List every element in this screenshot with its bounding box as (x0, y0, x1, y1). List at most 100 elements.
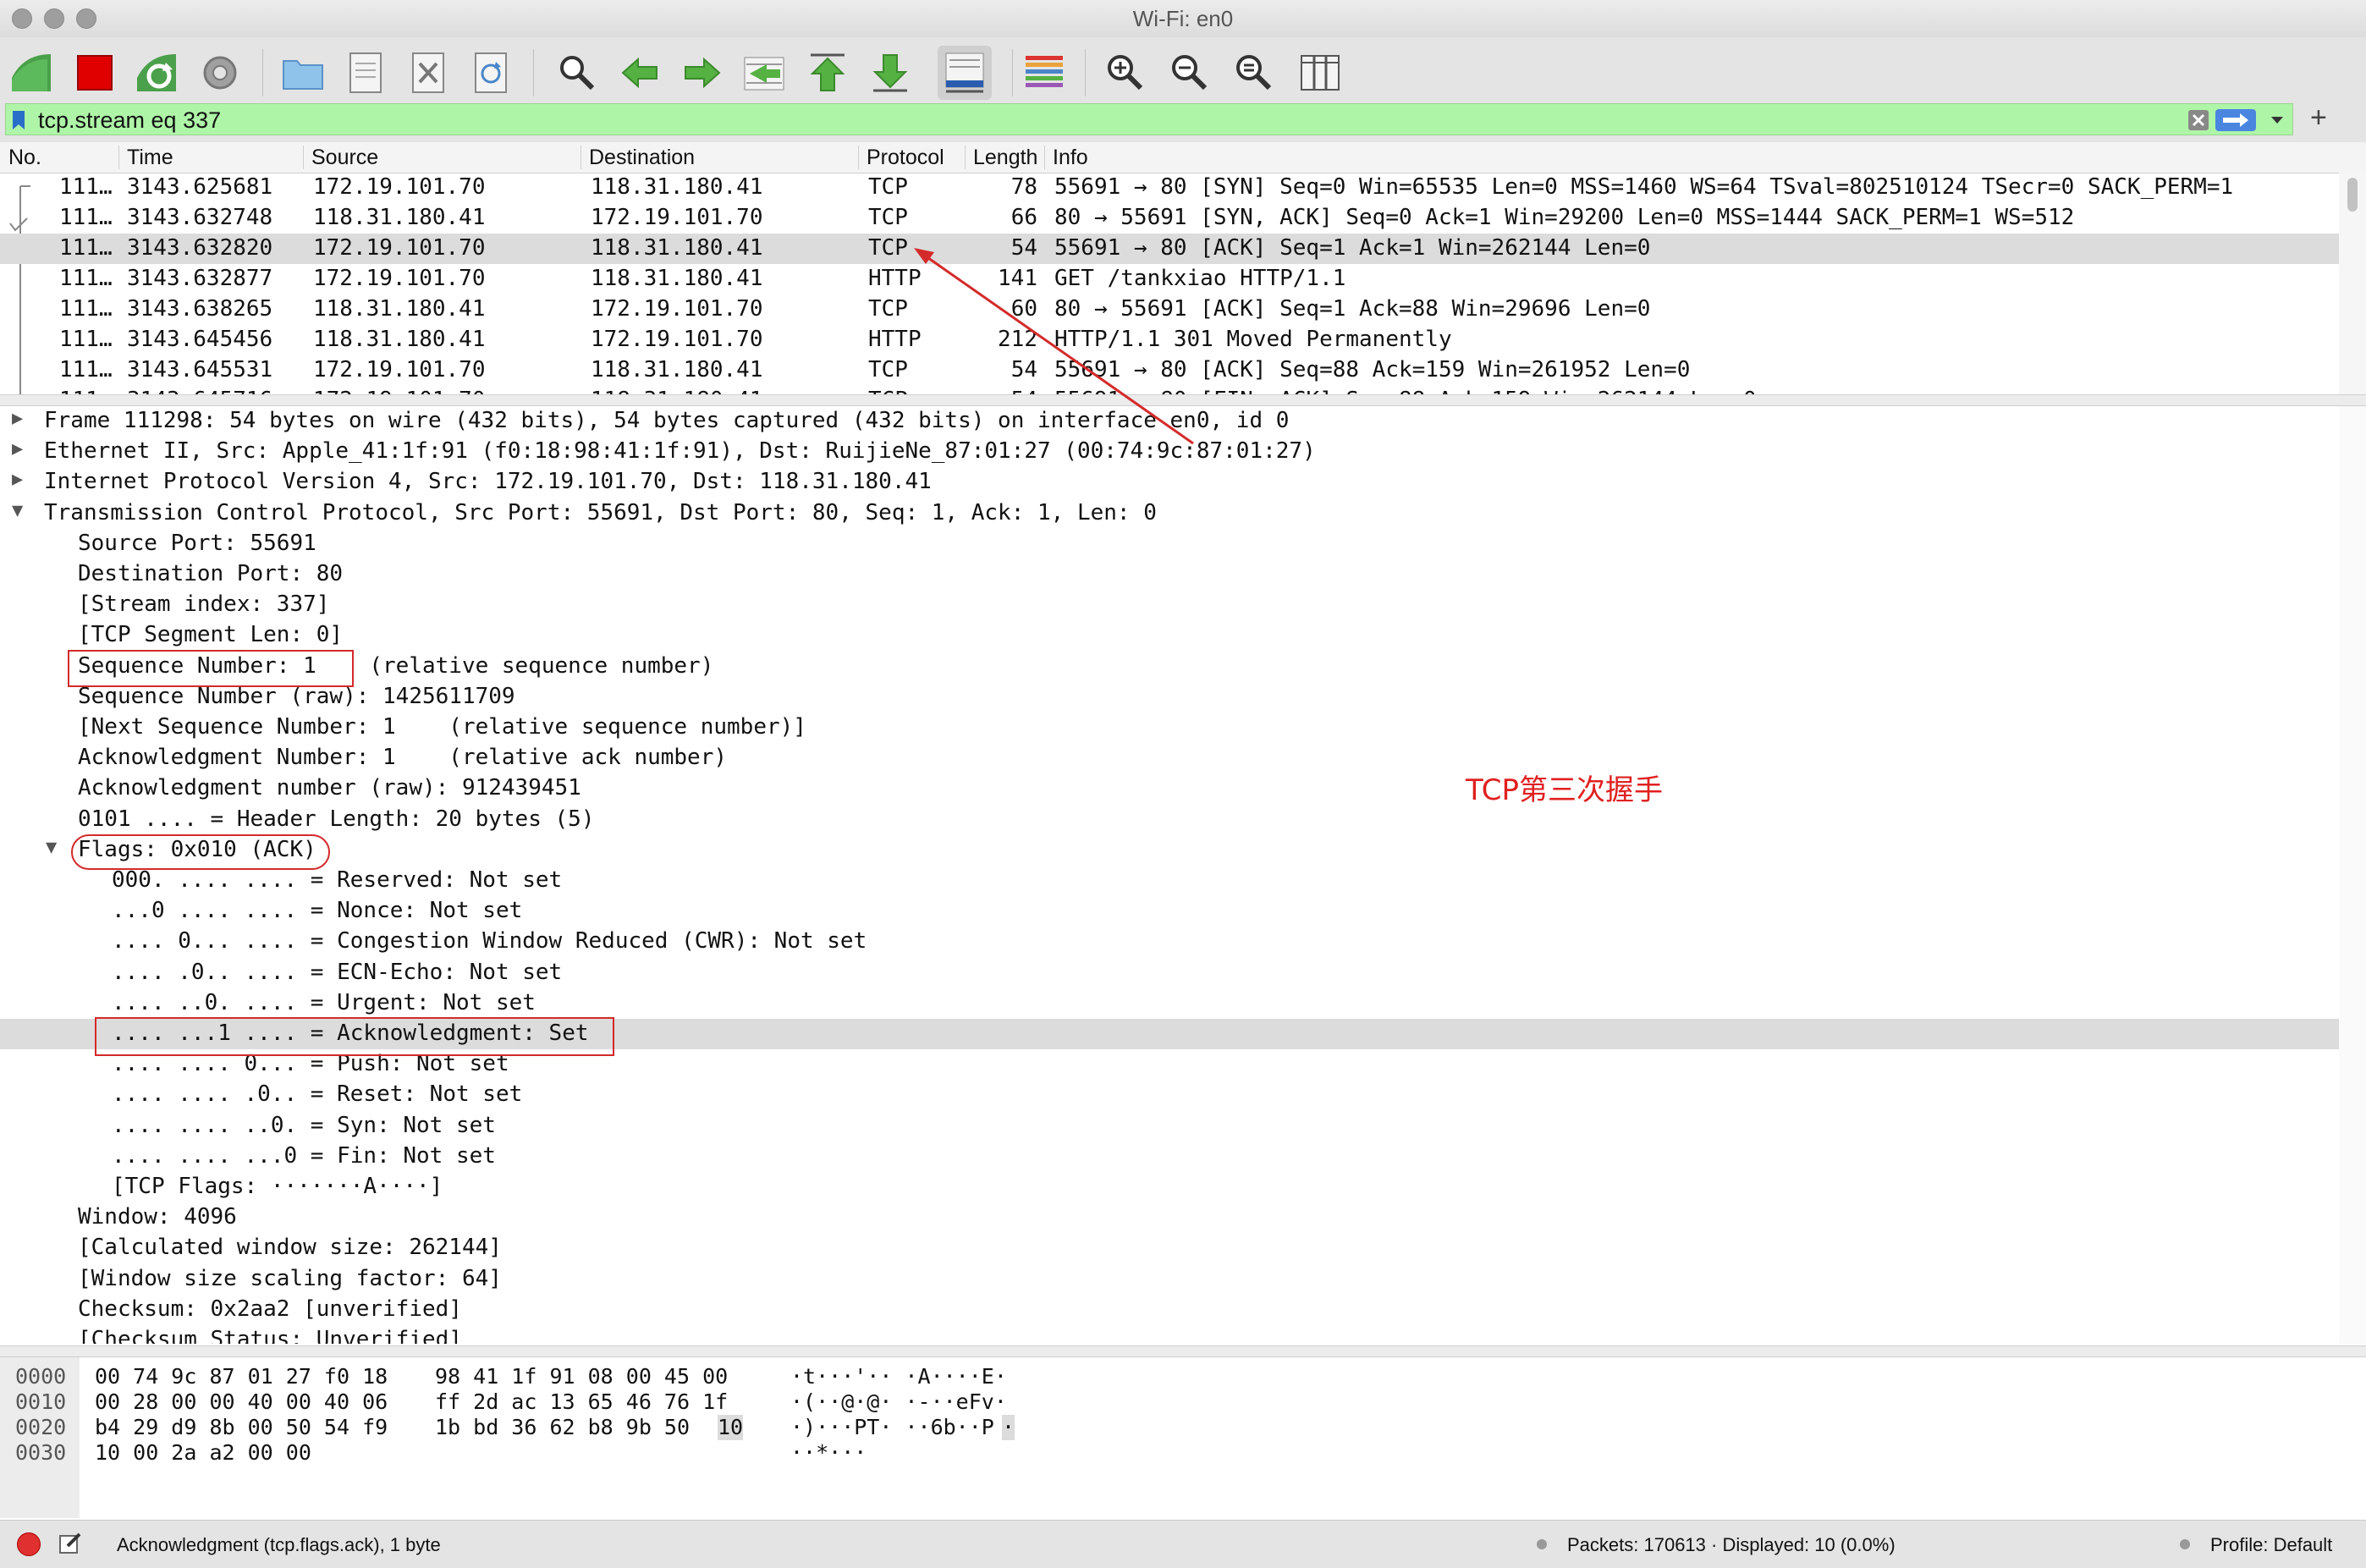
detail-row[interactable]: Source Port: 55691 (0, 529, 2366, 559)
detail-row[interactable]: .... .... ...0 = Fin: Not set (0, 1142, 2366, 1172)
detail-row[interactable]: .... 0... .... = Congestion Window Reduc… (0, 927, 2366, 957)
restart-capture-icon[interactable] (130, 46, 184, 100)
start-capture-icon[interactable] (5, 46, 59, 100)
packet-list-scrollbar[interactable] (2339, 173, 2366, 394)
filter-history-icon[interactable] (2269, 113, 2286, 128)
column-length[interactable]: Length (973, 146, 1039, 170)
packet-row[interactable]: 111… 3143.632748 118.31.180.41 172.19.101.7… (0, 203, 2339, 234)
detail-row[interactable]: 0101 .... = Header Length: 20 bytes (5) (0, 805, 2366, 835)
packet-source: 172.19.101.70 (313, 235, 486, 261)
display-filter-input[interactable]: tcp.stream eq 337 (5, 103, 2293, 135)
detail-row[interactable]: ▼ Transmission Control Protocol, Src Port… (0, 498, 2366, 529)
detail-text: .... .... ...0 = Fin: Not set (112, 1143, 496, 1169)
collapse-triangle-icon[interactable]: ▼ (46, 837, 57, 858)
detail-row[interactable]: ▶ Ethernet II, Src: Apple_41:1f:91 (f0:18… (0, 437, 2366, 467)
detail-row[interactable]: [Checksum Status: Unverified] (0, 1325, 2366, 1344)
expand-triangle-icon[interactable]: ▶ (12, 408, 23, 429)
packet-no: 111… (59, 296, 113, 322)
zoom-normal-icon[interactable] (1227, 46, 1281, 100)
expert-info-icon[interactable] (17, 1532, 41, 1556)
detail-row[interactable]: Sequence Number (raw): 1425611709 (0, 682, 2366, 712)
detail-text: Source Port: 55691 (78, 531, 316, 556)
pane-splitter[interactable] (0, 1345, 2366, 1357)
packet-info: 80 → 55691 [SYN, ACK] Seq=0 Ack=1 Win=29… (1054, 205, 2075, 230)
detail-row[interactable]: Sequence Number: 1 (relative sequence nu… (0, 652, 2366, 682)
detail-row[interactable]: [TCP Segment Len: 0] (0, 620, 2366, 651)
zoom-in-icon[interactable] (1098, 46, 1153, 100)
stop-capture-icon[interactable] (68, 46, 122, 100)
column-info[interactable]: Info (1053, 146, 1088, 170)
detail-row[interactable]: [Window size scaling factor: 64] (0, 1264, 2366, 1295)
detail-row[interactable]: [Next Sequence Number: 1 (relative seque… (0, 712, 2366, 743)
detail-row[interactable]: Acknowledgment Number: 1 (relative ack n… (0, 743, 2366, 773)
detail-row[interactable]: ...0 .... .... = Nonce: Not set (0, 896, 2366, 927)
apply-filter-icon[interactable] (2215, 108, 2257, 132)
packet-time: 3143.625681 (127, 174, 273, 200)
column-time[interactable]: Time (127, 146, 173, 170)
detail-text: Checksum: 0x2aa2 [unverified] (78, 1296, 462, 1322)
detail-row[interactable]: 000. .... .... = Reserved: Not set (0, 866, 2366, 896)
go-first-icon[interactable] (801, 46, 855, 100)
details-scrollbar[interactable] (2339, 406, 2366, 1344)
column-source[interactable]: Source (311, 146, 378, 170)
packet-source: 172.19.101.70 (313, 357, 486, 382)
find-packet-icon[interactable] (550, 46, 604, 100)
detail-row[interactable]: [Stream index: 337] (0, 590, 2366, 620)
status-profile[interactable]: Profile: Default (2210, 1534, 2332, 1556)
detail-row[interactable]: Checksum: 0x2aa2 [unverified] (0, 1295, 2366, 1325)
detail-row[interactable]: Acknowledgment number (raw): 912439451 (0, 773, 2366, 804)
packet-row[interactable]: 111… 3143.645716 172.19.101.70 118.31.180.4… (0, 386, 2339, 394)
detail-row[interactable]: [Calculated window size: 262144] (0, 1233, 2366, 1263)
detail-text: [Window size scaling factor: 64] (78, 1266, 502, 1291)
packet-row[interactable]: 111… 3143.645531 172.19.101.70 118.31.180.4… (0, 355, 2339, 386)
zoom-out-icon[interactable] (1163, 46, 1217, 100)
detail-row[interactable]: .... .0.. .... = ECN-Echo: Not set (0, 958, 2366, 988)
ascii-bytes: ··*··· (790, 1440, 867, 1465)
packet-row[interactable]: 111… 3143.632877 172.19.101.70 118.31.180.4… (0, 264, 2339, 294)
capture-options-icon[interactable] (193, 46, 247, 100)
selected-ascii-byte: · (1002, 1415, 1015, 1440)
byte-offset: 0020 (15, 1415, 67, 1439)
column-destination[interactable]: Destination (589, 146, 695, 170)
packet-info: 55691 → 80 [ACK] Seq=1 Ack=1 Win=262144 … (1054, 235, 1651, 261)
packet-row[interactable]: 111… 3143.645456 118.31.180.41 172.19.101.7… (0, 325, 2339, 355)
add-filter-button[interactable]: + (2310, 102, 2327, 135)
open-file-icon[interactable] (276, 46, 330, 100)
detail-row[interactable]: ▶ Frame 111298: 54 bytes on wire (432 bit… (0, 406, 2366, 437)
go-to-packet-icon[interactable] (738, 46, 792, 100)
clear-filter-icon[interactable] (2187, 109, 2209, 131)
packet-row[interactable]: 111… 3143.625681 172.19.101.70 118.31.180.4… (0, 173, 2339, 203)
autoscroll-icon[interactable] (938, 46, 992, 100)
detail-row[interactable]: .... ..0. .... = Urgent: Not set (0, 988, 2366, 1019)
go-back-icon[interactable] (613, 46, 667, 100)
resize-columns-icon[interactable] (1293, 46, 1347, 100)
pane-splitter[interactable] (0, 394, 2366, 406)
detail-row[interactable]: Destination Port: 80 (0, 559, 2366, 590)
detail-row[interactable]: .... .... ..0. = Syn: Not set (0, 1111, 2366, 1142)
capture-comment-icon[interactable] (58, 1531, 83, 1556)
packet-destination: 118.31.180.41 (591, 357, 763, 382)
go-last-icon[interactable] (863, 46, 917, 100)
expand-triangle-icon[interactable]: ▶ (12, 469, 23, 490)
detail-row[interactable]: ▶ Internet Protocol Version 4, Src: 172.1… (0, 467, 2366, 498)
go-forward-icon[interactable] (675, 46, 729, 100)
packet-row[interactable]: 111… 3143.638265 118.31.180.41 172.19.101.7… (0, 294, 2339, 325)
packet-info: GET /tankxiao HTTP/1.1 (1054, 266, 1346, 291)
detail-row[interactable]: Window: 4096 (0, 1202, 2366, 1233)
colorize-icon[interactable] (1017, 46, 1071, 100)
detail-row[interactable]: .... .... .0.. = Reset: Not set (0, 1080, 2366, 1110)
detail-row[interactable]: ▼ Flags: 0x010 (ACK) (0, 835, 2366, 866)
packet-row[interactable]: 111… 3143.632820 172.19.101.70 118.31.180.4… (0, 234, 2339, 264)
column-protocol[interactable]: Protocol (867, 146, 944, 170)
expand-triangle-icon[interactable]: ▶ (12, 438, 23, 459)
bookmark-icon[interactable] (11, 109, 26, 131)
packet-time: 3143.632877 (127, 266, 273, 291)
collapse-triangle-icon[interactable]: ▼ (12, 500, 23, 521)
detail-text: Acknowledgment Number: 1 (relative ack n… (78, 745, 728, 770)
close-file-icon[interactable] (401, 46, 455, 100)
save-file-icon[interactable] (338, 46, 393, 100)
reload-file-icon[interactable] (464, 46, 518, 100)
detail-text: 0101 .... = Header Length: 20 bytes (5) (78, 806, 595, 832)
detail-row[interactable]: [TCP Flags: ·······A····] (0, 1172, 2366, 1202)
column-no[interactable]: No. (8, 146, 41, 170)
